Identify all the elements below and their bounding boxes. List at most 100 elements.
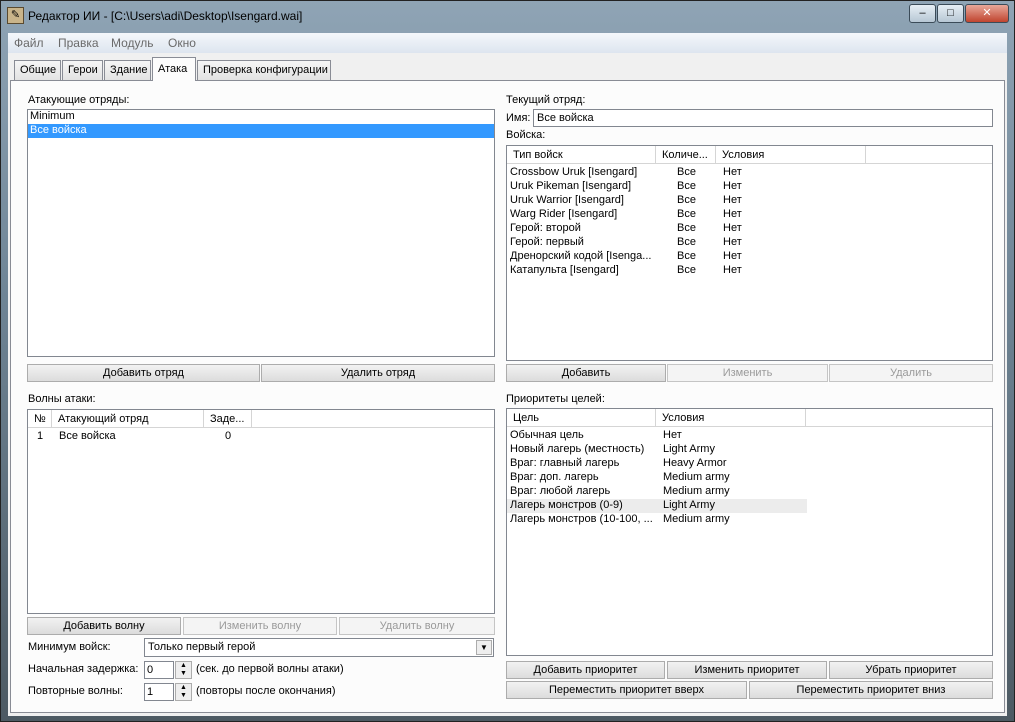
column-number[interactable]: № — [28, 410, 52, 427]
wave-delay: 0 — [225, 430, 232, 442]
table-row[interactable]: Герой: второй Все Нет — [507, 222, 992, 236]
minimize-button[interactable]: – — [909, 4, 936, 23]
troops-header: Тип войск Количе... Условия — [507, 146, 992, 164]
remove-squad-button[interactable]: Удалить отряд — [261, 364, 495, 382]
table-cell: Нет — [723, 194, 742, 206]
tab-config-check[interactable]: Проверка конфигурации — [197, 60, 331, 80]
wave-squad: Все войска — [59, 430, 116, 442]
column-target[interactable]: Цель — [507, 409, 656, 426]
table-row[interactable]: Uruk Pikeman [Isengard] Все Нет — [507, 180, 992, 194]
tab-heroes[interactable]: Герои — [62, 60, 103, 80]
priorities-header: Цель Условия — [507, 409, 992, 427]
table-row[interactable]: Герой: первый Все Нет — [507, 236, 992, 250]
column-delay[interactable]: Заде... — [204, 410, 252, 427]
troops-label: Войска: — [506, 129, 546, 141]
priorities-list[interactable]: Цель Условия Обычная цель Нет Новый лагерь… — [506, 408, 993, 656]
squads-list[interactable]: Minimum Все войска — [27, 109, 495, 357]
table-cell: Лагерь монстров (0-9) — [510, 499, 623, 511]
menu-window[interactable]: Окно — [168, 36, 196, 50]
menu-module[interactable]: Модуль — [111, 36, 154, 50]
table-cell: Все — [677, 222, 696, 234]
table-cell: Все — [677, 264, 696, 276]
table-cell: Враг: доп. лагерь — [510, 471, 599, 483]
table-row[interactable]: Warg Rider [Isengard] Все Нет — [507, 208, 992, 222]
repeat-waves-label: Повторные волны: — [28, 685, 123, 697]
table-cell: Враг: любой лагерь — [510, 485, 611, 497]
window-title: Редактор ИИ - [C:\Users\adi\Desktop\Isen… — [28, 9, 303, 23]
edit-wave-button[interactable]: Изменить волну — [183, 617, 337, 635]
name-label: Имя: — [506, 112, 531, 124]
table-row[interactable]: Катапульта [Isengard] Все Нет — [507, 264, 992, 278]
menu-file[interactable]: Файл — [14, 36, 44, 50]
column-troop-type[interactable]: Тип войск — [507, 146, 656, 163]
table-cell: Нет — [723, 166, 742, 178]
column-squad[interactable]: Атакующий отряд — [52, 410, 204, 427]
move-priority-up-button[interactable]: Переместить приоритет вверх — [506, 681, 747, 699]
edit-priority-button[interactable]: Изменить приоритет — [667, 661, 827, 679]
table-row[interactable]: Лагерь монстров (10-100, ... Medium army — [507, 513, 992, 527]
move-priority-down-button[interactable]: Переместить приоритет вниз — [749, 681, 993, 699]
column-conditions[interactable]: Условия — [716, 146, 866, 163]
table-cell: Все — [677, 180, 696, 192]
repeat-waves-hint: (повторы после окончания) — [196, 685, 336, 697]
table-row[interactable]: Дренорский кодой [Isenga... Все Нет — [507, 250, 992, 264]
chevron-down-icon[interactable]: ▼ — [476, 640, 492, 655]
current-squad-label: Текущий отряд: — [506, 94, 586, 106]
priorities-label: Приоритеты целей: — [506, 393, 605, 405]
menu-edit[interactable]: Правка — [58, 36, 99, 50]
remove-wave-button[interactable]: Удалить волну — [339, 617, 495, 635]
table-cell: Все — [677, 166, 696, 178]
waves-header: № Атакующий отряд Заде... — [28, 410, 494, 428]
table-cell: Medium army — [663, 485, 730, 497]
table-cell: Medium army — [663, 513, 730, 525]
table-row[interactable]: Враг: любой лагерь Medium army — [507, 485, 992, 499]
table-cell: Нет — [723, 180, 742, 192]
table-row[interactable]: 1 Все войска 0 — [28, 430, 494, 444]
table-row[interactable]: Обычная цель Нет — [507, 429, 992, 443]
table-cell: Light Army — [663, 443, 715, 455]
tab-general[interactable]: Общие — [14, 60, 61, 80]
add-wave-button[interactable]: Добавить волну — [27, 617, 181, 635]
list-item[interactable]: Все войска — [28, 124, 494, 138]
add-troop-button[interactable]: Добавить — [506, 364, 666, 382]
remove-priority-button[interactable]: Убрать приоритет — [829, 661, 993, 679]
table-cell: Все — [677, 236, 696, 248]
table-row[interactable]: Crossbow Uruk [Isengard] Все Нет — [507, 166, 992, 180]
column-priority-conditions[interactable]: Условия — [656, 409, 806, 426]
table-cell: Новый лагерь (местность) — [510, 443, 645, 455]
squad-name-input[interactable]: Все войска — [533, 109, 993, 127]
table-row[interactable]: Враг: главный лагерь Heavy Armor — [507, 457, 992, 471]
list-item[interactable]: Minimum — [28, 110, 494, 124]
repeat-waves-input[interactable]: 1 — [144, 683, 174, 701]
menu-bar: Файл Правка Модуль Окно — [8, 33, 1007, 53]
column-count[interactable]: Количе... — [656, 146, 716, 163]
initial-delay-spinner[interactable]: ▲ ▼ — [175, 661, 192, 679]
edit-troop-button[interactable]: Изменить — [667, 364, 828, 382]
maximize-button[interactable]: □ — [937, 4, 964, 23]
title-bar[interactable]: ✎ Редактор ИИ - [C:\Users\adi\Desktop\Is… — [0, 0, 1015, 33]
repeat-waves-spinner[interactable]: ▲ ▼ — [175, 683, 192, 701]
waves-list[interactable]: № Атакующий отряд Заде... 1 Все войска 0 — [27, 409, 495, 614]
table-cell: Нет — [723, 222, 742, 234]
table-cell: Нет — [723, 236, 742, 248]
waves-label: Волны атаки: — [28, 393, 96, 405]
table-cell: Warg Rider [Isengard] — [510, 208, 618, 220]
initial-delay-input[interactable]: 0 — [144, 661, 174, 679]
table-row[interactable]: Uruk Warrior [Isengard] Все Нет — [507, 194, 992, 208]
add-priority-button[interactable]: Добавить приоритет — [506, 661, 665, 679]
remove-troop-button[interactable]: Удалить — [829, 364, 993, 382]
troops-list[interactable]: Тип войск Количе... Условия Crossbow Uru… — [506, 145, 993, 361]
table-row[interactable]: Лагерь монстров (0-9) Light Army — [507, 499, 807, 513]
table-row[interactable]: Новый лагерь (местность) Light Army — [507, 443, 992, 457]
add-squad-button[interactable]: Добавить отряд — [27, 364, 260, 382]
table-cell: Нет — [723, 250, 742, 262]
table-cell: Все — [677, 194, 696, 206]
table-cell: Враг: главный лагерь — [510, 457, 620, 469]
min-troops-select[interactable]: Только первый герой ▼ — [144, 638, 494, 657]
table-row[interactable]: Враг: доп. лагерь Medium army — [507, 471, 992, 485]
table-cell: Нет — [723, 264, 742, 276]
tab-attack[interactable]: Атака — [152, 57, 196, 81]
tab-building[interactable]: Здание — [104, 60, 151, 80]
close-button[interactable]: ✕ — [965, 4, 1009, 23]
wave-number: 1 — [37, 430, 44, 442]
